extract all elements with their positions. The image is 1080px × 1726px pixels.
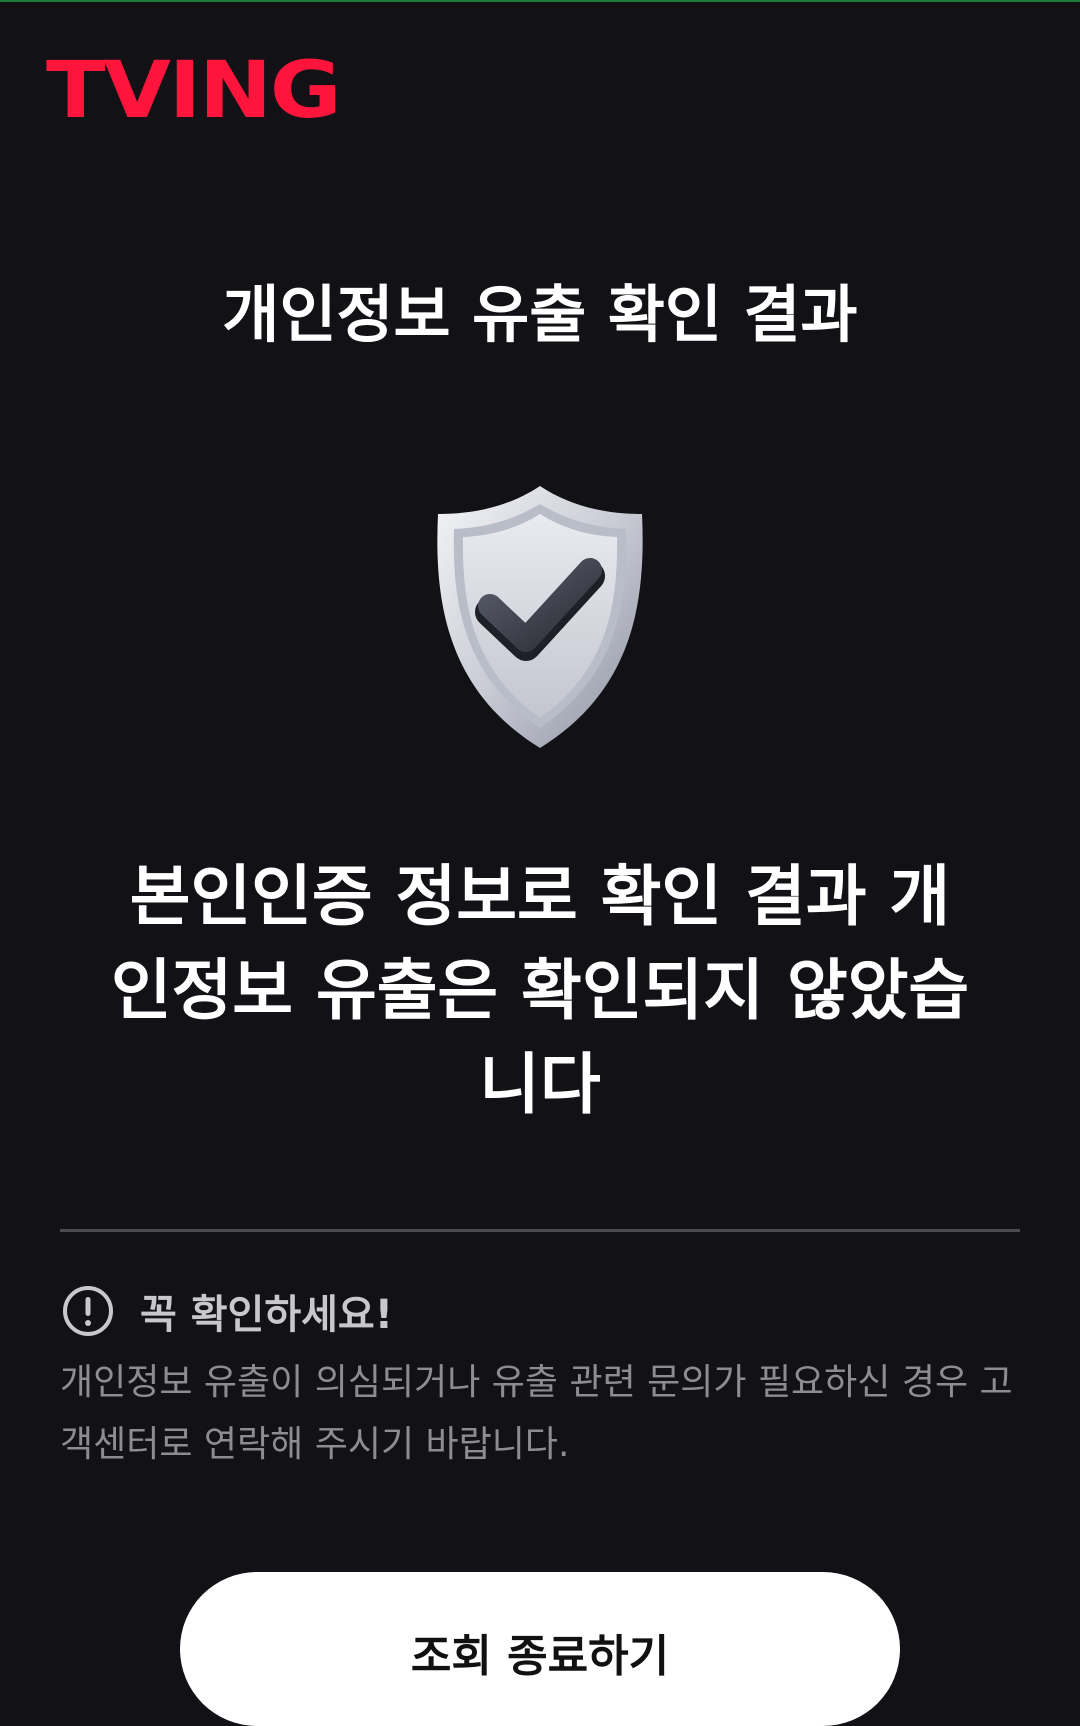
top-status-strip [0, 0, 1080, 2]
page-title: 개인정보 유출 확인 결과 [222, 278, 858, 351]
notice-heading: 꼭 확인하세요! [62, 1283, 393, 1339]
tving-logo: TVING [46, 46, 342, 136]
end-inquiry-button[interactable]: 조회 종료하기 [180, 1572, 900, 1726]
exclamation-circle-icon [63, 1286, 113, 1336]
shield-check-icon [420, 480, 660, 754]
notice-body: 개인정보 유출이 의심되거나 유출 관련 문의가 필요하신 경우 고객센터로 연… [60, 1362, 1013, 1465]
section-divider [60, 1229, 1020, 1232]
notice-title: 꼭 확인하세요! [140, 1292, 393, 1338]
result-message: 본인인증 정보로 확인 결과 개인정보 유출은 확인되지 않았습니다 [110, 858, 970, 1123]
